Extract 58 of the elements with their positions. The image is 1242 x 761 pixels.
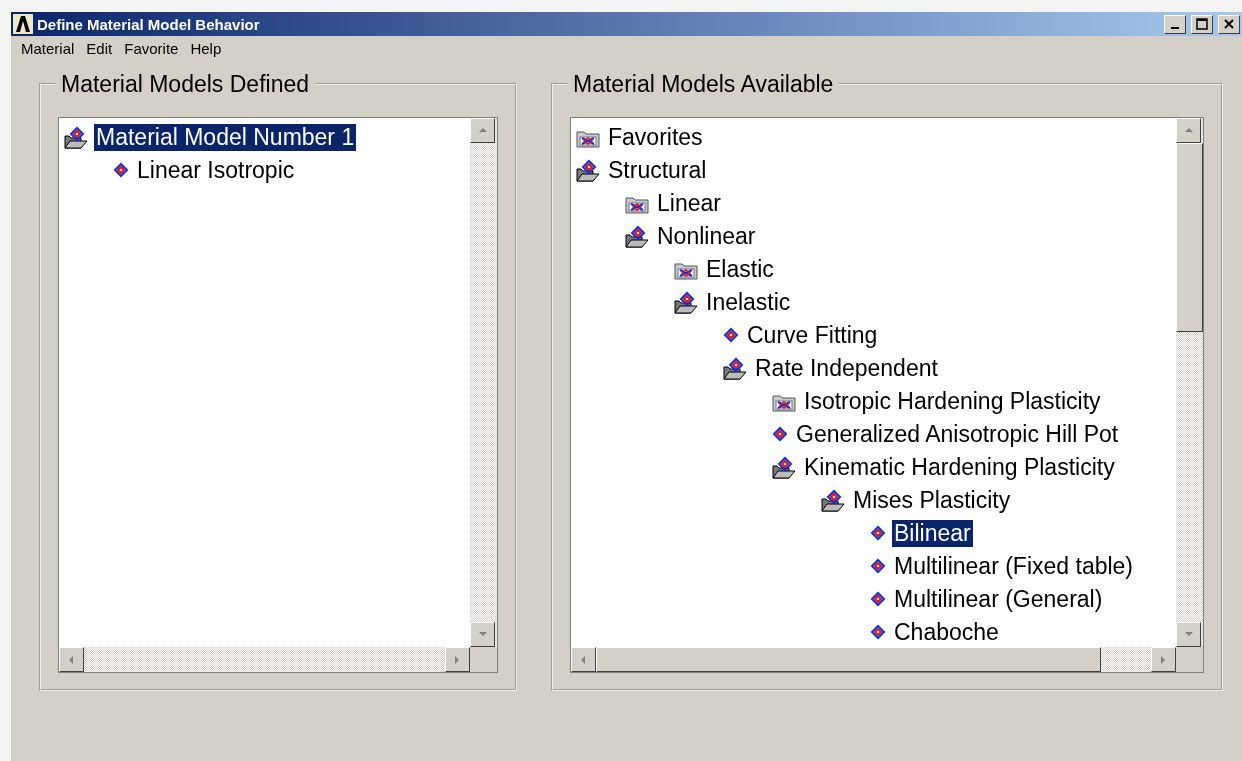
scroll-left-button[interactable] (59, 647, 84, 672)
minimize-button[interactable] (1164, 14, 1186, 34)
open-folder-icon (722, 356, 748, 381)
diamond-icon (722, 326, 740, 345)
scroll-right-button[interactable] (1151, 647, 1176, 672)
diamond-icon (771, 425, 789, 444)
horizontal-scrollbar[interactable] (571, 647, 1176, 672)
menu-item[interactable]: Edit (80, 39, 119, 58)
diamond-icon (869, 623, 887, 642)
tree-item[interactable]: Generalized Anisotropic Hill Pot (794, 421, 1121, 448)
scroll-down-button[interactable] (470, 622, 495, 647)
window-title: Define Material Model Behavior (37, 15, 261, 33)
scroll-thumb[interactable] (596, 647, 1101, 672)
tree-item[interactable]: Inelastic (704, 289, 793, 316)
tree-item[interactable]: Kinematic Hardening Plasticity (802, 454, 1117, 481)
tree-item[interactable]: Structural (606, 157, 709, 184)
close-icon (1223, 18, 1235, 30)
menu-item[interactable]: Material (15, 39, 81, 58)
menu-item[interactable]: Favorite (118, 39, 185, 58)
tree-item[interactable]: Rate Independent (753, 355, 940, 382)
tree-item[interactable]: Multilinear (Fixed table) (892, 553, 1136, 580)
open-folder-icon (820, 488, 846, 513)
horizontal-scrollbar[interactable] (59, 647, 470, 672)
diamond-icon (869, 557, 887, 576)
tree-item[interactable]: Material Model Number 1 (94, 124, 357, 151)
tree-item[interactable]: Linear (655, 190, 723, 217)
tree-item[interactable]: Linear Isotropic (135, 157, 297, 184)
minimize-icon (1171, 27, 1179, 29)
scroll-down-button[interactable] (1176, 622, 1201, 647)
scroll-up-button[interactable] (470, 118, 495, 143)
tree-item[interactable]: Chaboche (892, 619, 1001, 646)
scroll-left-button[interactable] (571, 647, 596, 672)
maximize-button[interactable] (1191, 14, 1213, 34)
open-folder-icon (63, 125, 89, 150)
open-folder-icon (624, 224, 650, 249)
tree-item[interactable]: Bilinear (892, 520, 973, 547)
open-folder-icon (673, 290, 699, 315)
tree-item[interactable]: Multilinear (General) (892, 586, 1105, 613)
open-folder-icon (771, 455, 797, 480)
diamond-icon (869, 524, 887, 543)
vertical-scrollbar[interactable] (470, 118, 497, 647)
open-folder-icon (575, 158, 601, 183)
tree-item[interactable]: Isotropic Hardening Plasticity (802, 388, 1103, 415)
vertical-scrollbar[interactable] (1176, 118, 1203, 647)
diamond-icon (869, 590, 887, 609)
scroll-right-button[interactable] (445, 647, 470, 672)
tree-item[interactable]: Nonlinear (655, 223, 758, 250)
logo-icon (13, 14, 33, 34)
maximize-icon (1196, 18, 1208, 30)
tree-item[interactable]: Mises Plasticity (851, 487, 1013, 514)
scroll-up-button[interactable] (1176, 118, 1201, 143)
tree-item[interactable]: Favorites (606, 124, 705, 151)
close-button[interactable] (1218, 14, 1240, 34)
menu-item[interactable]: Help (184, 39, 228, 58)
tree-item[interactable]: Elastic (704, 256, 776, 283)
scroll-thumb[interactable] (1176, 143, 1203, 332)
tree-item[interactable]: Curve Fitting (745, 322, 880, 349)
diamond-icon (112, 161, 130, 180)
